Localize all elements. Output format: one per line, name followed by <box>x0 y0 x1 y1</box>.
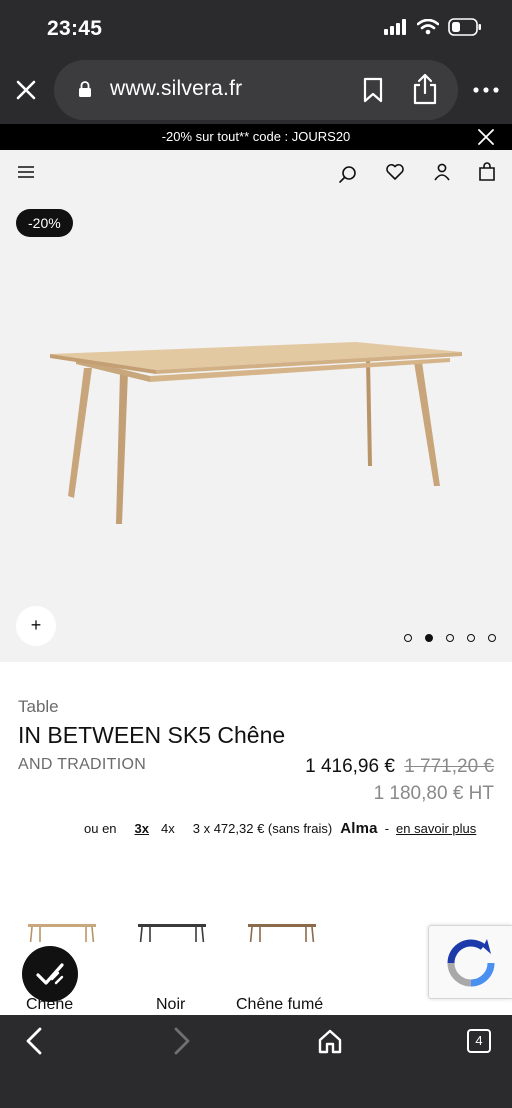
alma-separator: - <box>384 821 390 836</box>
back-icon[interactable] <box>22 1027 46 1055</box>
forward-icon[interactable] <box>170 1027 194 1055</box>
alma-option-4x[interactable]: 4x <box>161 821 175 836</box>
close-tab-icon[interactable] <box>14 78 38 102</box>
variant-label: Chêne fumé <box>236 996 324 1013</box>
price-ht: 1 180,80 € HT <box>373 783 494 804</box>
carousel-dot-active[interactable] <box>425 634 433 642</box>
recaptcha-badge[interactable] <box>428 925 512 999</box>
price-old: 1 771,20 € <box>404 756 494 777</box>
recaptcha-icon <box>447 939 495 987</box>
product-brand[interactable]: AND TRADITION <box>18 756 146 774</box>
browser-toolbar <box>0 1015 512 1108</box>
bookmark-icon[interactable] <box>363 77 383 103</box>
zoom-button[interactable]: + <box>16 606 56 646</box>
variant-smoked-oak-thumbnail <box>248 924 316 942</box>
variant-black[interactable]: Noir <box>136 910 226 1014</box>
promo-text: -20% sur tout** code : JOURS20 <box>161 129 351 144</box>
share-icon[interactable] <box>412 73 438 105</box>
more-options-icon[interactable] <box>472 83 500 97</box>
product-table-image <box>50 342 462 524</box>
address-bar[interactable]: www.silvera.fr <box>54 60 458 120</box>
cellular-signal-icon <box>384 19 406 35</box>
url-text[interactable]: www.silvera.fr <box>110 77 242 101</box>
alma-installments: ou en 3x 4x 3 x 472,32 € (sans frais) Al… <box>84 820 476 837</box>
variant-black-thumbnail <box>138 924 206 942</box>
product-title: IN BETWEEN SK5 Chêne <box>18 722 286 748</box>
alma-installment: 3 x 472,32 € (sans frais) <box>192 821 333 836</box>
product-image-carousel[interactable]: -20% + <box>0 196 512 662</box>
alma-logo: Alma <box>340 820 378 837</box>
lock-icon <box>79 81 91 97</box>
checkmark-icon <box>36 963 64 985</box>
status-icons <box>384 18 482 36</box>
variant-smoked-oak[interactable]: Chêne fumé <box>236 910 326 1014</box>
cart-icon[interactable] <box>477 162 497 182</box>
carousel-dots <box>404 634 496 642</box>
tabs-button[interactable]: 4 <box>467 1029 491 1053</box>
menu-icon[interactable] <box>16 162 36 182</box>
site-header <box>0 150 512 196</box>
browser-chrome: 23:45 www.silvera.fr <box>0 0 512 124</box>
trust-badge-button[interactable] <box>22 946 78 1002</box>
carousel-dot[interactable] <box>446 634 454 642</box>
variant-oak-thumbnail <box>28 924 96 942</box>
carousel-dot[interactable] <box>488 634 496 642</box>
alma-option-3x[interactable]: 3x <box>135 821 149 836</box>
carousel-dot[interactable] <box>404 634 412 642</box>
carousel-dot[interactable] <box>467 634 475 642</box>
discount-badge: -20% <box>16 209 73 237</box>
variant-label: Noir <box>156 996 186 1013</box>
close-icon[interactable] <box>478 129 494 145</box>
home-icon[interactable] <box>317 1028 343 1054</box>
promo-banner: -20% sur tout** code : JOURS20 <box>0 124 512 150</box>
price-current: 1 416,96 € <box>305 756 395 777</box>
heart-icon[interactable] <box>385 162 405 182</box>
product-category: Table <box>18 697 59 716</box>
wifi-icon <box>417 19 439 35</box>
battery-icon <box>448 18 481 36</box>
search-icon[interactable] <box>338 164 358 184</box>
price-row: 1 416,96 € 1 771,20 € <box>305 756 494 778</box>
alma-learn-more-link[interactable]: en savoir plus <box>396 821 476 836</box>
alma-prefix: ou en <box>84 821 117 836</box>
status-time: 23:45 <box>47 17 103 40</box>
account-icon[interactable] <box>432 162 452 182</box>
